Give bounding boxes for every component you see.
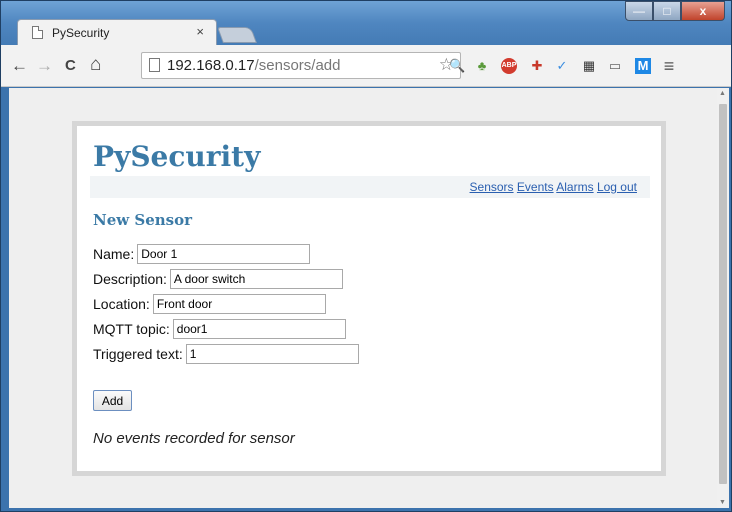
field-row-description: Description: [93, 269, 343, 289]
field-row-location: Location: [93, 294, 326, 314]
scroll-thumb[interactable] [719, 104, 727, 484]
nav-links: Sensors Events Alarms Log out [470, 180, 637, 194]
tab-title: PySecurity [52, 26, 110, 40]
close-button[interactable]: x [681, 1, 725, 21]
nav-link-events[interactable]: Events [517, 180, 554, 194]
triggered-text-label: Triggered text: [93, 346, 183, 362]
field-row-name: Name: [93, 244, 311, 264]
red-cross-icon[interactable]: ✚ [529, 58, 545, 74]
menu-icon[interactable]: ≡ [661, 57, 677, 75]
scroll-up-arrow-icon[interactable]: ▲ [719, 90, 726, 97]
location-label: Location: [93, 296, 150, 312]
nav-link-sensors[interactable]: Sensors [470, 180, 514, 194]
browser-toolbar: ← → C ⌂ 192.168.0.17/sensors/add ☆ 🔍 ♣ ABP… [1, 45, 731, 87]
location-input[interactable] [152, 294, 326, 314]
field-row-mqtt-topic: MQTT topic: [93, 319, 346, 339]
browser-window: PySecurity × — □ x ← → C ⌂ 192.168.0.17/… [0, 0, 732, 512]
forward-arrow-icon[interactable]: → [36, 56, 53, 76]
description-label: Description: [93, 271, 167, 287]
home-icon[interactable]: ⌂ [90, 54, 101, 76]
url-host: 192.168.0.17 [167, 57, 255, 74]
site-navbar: Sensors Events Alarms Log out [90, 176, 650, 198]
minimize-button[interactable]: — [625, 1, 653, 21]
mqtt-topic-label: MQTT topic: [93, 321, 170, 337]
page-viewport: PySecurity Sensors Events Alarms Log out… [9, 88, 722, 508]
page-icon [149, 58, 160, 72]
name-input[interactable] [137, 244, 311, 264]
check-icon[interactable]: ✓ [554, 58, 570, 74]
description-input[interactable] [169, 269, 343, 289]
new-tab-button[interactable] [217, 27, 257, 43]
field-row-triggered-text: Triggered text: [93, 344, 359, 364]
content-card: PySecurity Sensors Events Alarms Log out… [72, 121, 666, 476]
nav-link-alarms[interactable]: Alarms [556, 180, 593, 194]
mqtt-topic-input[interactable] [172, 319, 346, 339]
name-label: Name: [93, 246, 135, 262]
tab-close-icon[interactable]: × [196, 24, 204, 39]
film-icon[interactable]: ▦ [581, 58, 597, 74]
back-arrow-icon[interactable]: ← [11, 56, 28, 76]
address-bar[interactable]: 192.168.0.17/sensors/add ☆ [141, 52, 461, 79]
evernote-icon[interactable]: ♣ [474, 58, 490, 74]
search-extension-icon[interactable]: 🔍 [449, 58, 465, 74]
adblock-plus-icon[interactable]: ABP [501, 58, 517, 74]
vertical-scrollbar[interactable]: ▲ ▼ [717, 88, 729, 508]
site-logo[interactable]: PySecurity [93, 140, 260, 173]
page-icon [32, 26, 43, 39]
url-text: 192.168.0.17/sensors/add [167, 57, 340, 74]
page-heading: New Sensor [93, 211, 193, 229]
add-button[interactable]: Add [93, 390, 132, 411]
window-controls: — □ x [625, 1, 725, 21]
url-path: /sensors/add [254, 57, 341, 74]
reload-icon[interactable]: C [65, 57, 76, 74]
no-events-note: No events recorded for sensor [93, 430, 295, 447]
scroll-down-arrow-icon[interactable]: ▼ [719, 499, 726, 506]
triggered-text-input[interactable] [185, 344, 359, 364]
cast-icon[interactable]: ▭ [607, 58, 623, 74]
maximize-button[interactable]: □ [653, 1, 681, 21]
tab-pysecurity[interactable]: PySecurity × [17, 19, 217, 45]
m-icon[interactable]: M [635, 58, 651, 74]
title-bar: PySecurity × — □ x [1, 1, 731, 45]
nav-link-logout[interactable]: Log out [597, 180, 637, 194]
